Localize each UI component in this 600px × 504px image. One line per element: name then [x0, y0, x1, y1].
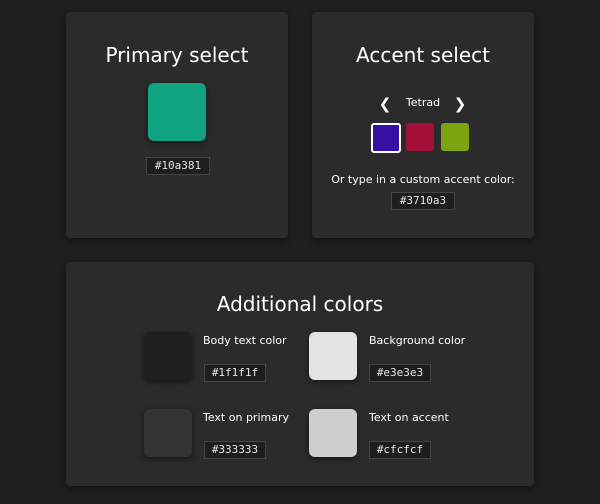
background-color-swatch[interactable] — [309, 332, 357, 380]
accent-swatch-1[interactable] — [406, 123, 434, 151]
primary-select-card: Primary select — [66, 12, 288, 238]
text-on-accent-swatch[interactable] — [309, 409, 357, 457]
accent-select-title: Accent select — [356, 43, 490, 67]
additional-colors-card: Additional colors Body text color Backgr… — [66, 262, 534, 486]
background-color-label: Background color — [369, 334, 466, 347]
accent-select-card: Accent select ❮ Tetrad ❯ Or type in a cu… — [312, 12, 534, 238]
accent-swatch-0[interactable] — [371, 123, 401, 153]
accent-swatch-2[interactable] — [441, 123, 469, 151]
chevron-left-icon[interactable]: ❮ — [378, 95, 392, 113]
chevron-right-icon[interactable]: ❯ — [453, 95, 467, 113]
scheme-label: Tetrad — [405, 96, 441, 109]
text-on-primary-swatch[interactable] — [144, 409, 192, 457]
background-color-hex-input[interactable] — [369, 364, 431, 382]
text-on-primary-label: Text on primary — [203, 411, 289, 424]
primary-select-title: Primary select — [105, 43, 249, 67]
custom-accent-label: Or type in a custom accent color: — [331, 173, 515, 186]
primary-hex-input[interactable] — [146, 157, 210, 175]
text-on-accent-hex-input[interactable] — [369, 441, 431, 459]
body-text-color-swatch[interactable] — [144, 332, 192, 380]
text-on-primary-hex-input[interactable] — [204, 441, 266, 459]
text-on-accent-label: Text on accent — [369, 411, 449, 424]
additional-colors-title: Additional colors — [216, 292, 384, 316]
body-text-color-hex-input[interactable] — [204, 364, 266, 382]
primary-color-swatch[interactable] — [148, 83, 206, 141]
body-text-color-label: Body text color — [203, 334, 287, 347]
accent-hex-input[interactable] — [391, 192, 455, 210]
